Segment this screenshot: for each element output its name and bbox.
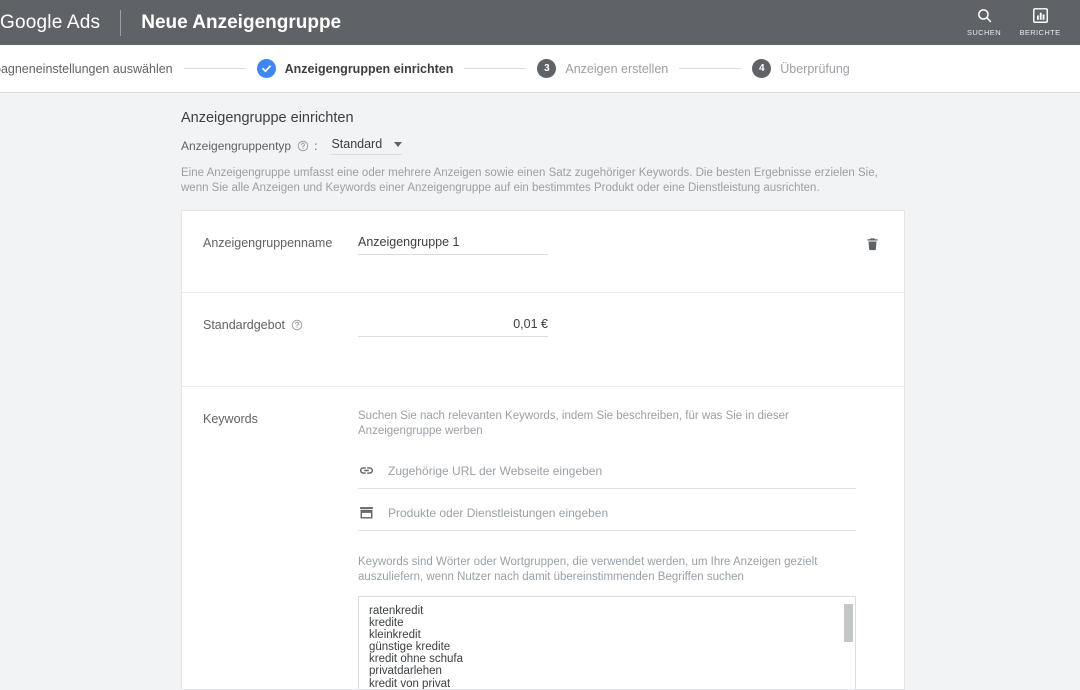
ad-group-name-body	[358, 233, 865, 255]
reports-button-label: BERICHTE	[1019, 28, 1060, 37]
keywords-description: Keywords sind Wörter oder Wortgruppen, d…	[358, 555, 848, 585]
search-button-label: SUCHEN	[967, 28, 1001, 37]
section-description: Eine Anzeigengruppe umfasst eine oder me…	[181, 166, 891, 196]
google-ads-logo[interactable]: Google Ads	[0, 12, 100, 34]
help-circle-icon[interactable]	[290, 318, 303, 331]
step-3-badge: 3	[537, 59, 556, 78]
step-4-number: 4	[759, 64, 765, 74]
step-2-ad-groups[interactable]: Anzeigengruppen einrichten	[257, 59, 454, 78]
wizard-stepper: pagneneinstellungen auswählen Anzeigengr…	[0, 45, 1080, 93]
step-connector-1	[184, 68, 246, 69]
ad-group-type-select[interactable]: Standard	[331, 136, 402, 155]
keywords-body: Suchen Sie nach relevanten Keywords, ind…	[358, 409, 880, 690]
ad-group-type-row: Anzeigengruppentyp : Standard	[181, 136, 402, 155]
page-title: Neue Anzeigengruppe	[141, 12, 341, 34]
step-4-review[interactable]: 4 Überprüfung	[752, 59, 850, 78]
keyword-item: kredite	[369, 617, 855, 629]
ad-group-name-input[interactable]	[358, 235, 548, 255]
keywords-hint: Suchen Sie nach relevanten Keywords, ind…	[358, 409, 843, 439]
reports-button[interactable]: BERICHTE	[1012, 0, 1068, 37]
step-4-label: Überprüfung	[780, 62, 850, 76]
keyword-item: ratenkredit	[369, 605, 855, 617]
ad-group-type-label: Anzeigengruppentyp	[181, 139, 291, 153]
keywords-label: Keywords	[203, 409, 358, 426]
products-services-field[interactable]	[358, 496, 856, 531]
step-1-campaign-settings[interactable]: pagneneinstellungen auswählen	[0, 62, 173, 76]
delete-ad-group-button[interactable]	[865, 233, 880, 258]
keyword-item: kredit von privat	[369, 678, 855, 690]
ad-group-name-label: Anzeigengruppenname	[203, 233, 358, 250]
related-url-input[interactable]	[388, 464, 856, 478]
keywords-scrollbar[interactable]	[844, 598, 853, 690]
top-app-bar: Google Ads Neue Anzeigengruppe SUCHEN	[0, 0, 1080, 45]
default-bid-row: Standardgebot	[182, 292, 904, 386]
default-bid-body	[358, 315, 880, 337]
ad-group-type-value: Standard	[331, 137, 382, 151]
default-bid-input[interactable]	[358, 317, 548, 337]
brand-divider	[120, 10, 121, 36]
help-circle-icon[interactable]	[296, 139, 309, 152]
keyword-item: kredit ohne schufa	[369, 653, 855, 665]
step-2-check-icon	[257, 59, 276, 78]
step-3-create-ads[interactable]: 3 Anzeigen erstellen	[537, 59, 668, 78]
related-url-field[interactable]	[358, 454, 856, 489]
default-bid-label: Standardgebot	[203, 315, 358, 332]
step-1-label: pagneneinstellungen auswählen	[0, 62, 173, 76]
trash-icon	[865, 235, 880, 258]
default-bid-label-text: Standardgebot	[203, 318, 285, 332]
ad-group-card: Anzeigengruppenname Standardgebot	[181, 210, 905, 690]
keywords-textarea[interactable]: ratenkredit kredite kleinkredit günstige…	[358, 596, 856, 690]
section-heading: Anzeigengruppe einrichten	[181, 110, 354, 126]
step-4-badge: 4	[752, 59, 771, 78]
reports-bar-chart-icon	[1032, 4, 1049, 26]
store-icon	[358, 504, 388, 521]
search-button[interactable]: SUCHEN	[956, 0, 1012, 37]
link-icon	[358, 462, 388, 479]
main-content: Anzeigengruppe einrichten Anzeigengruppe…	[0, 94, 1080, 675]
keywords-row: Keywords Suchen Sie nach relevanten Keyw…	[182, 386, 904, 690]
ad-group-type-colon: :	[314, 139, 317, 153]
topbar-actions: SUCHEN BERICHTE	[956, 0, 1080, 45]
step-3-label: Anzeigen erstellen	[565, 62, 668, 76]
keyword-item: günstige kredite	[369, 641, 855, 653]
step-3-number: 3	[544, 64, 550, 74]
step-2-label: Anzeigengruppen einrichten	[285, 62, 454, 76]
keyword-item: privatdarlehen	[369, 665, 855, 677]
keywords-scrollbar-thumb[interactable]	[844, 604, 853, 642]
step-connector-2	[464, 68, 526, 69]
keywords-list: ratenkredit kredite kleinkredit günstige…	[359, 597, 855, 690]
step-connector-3	[679, 68, 741, 69]
search-icon	[976, 4, 993, 26]
chevron-down-icon	[394, 142, 402, 147]
ad-group-name-row: Anzeigengruppenname	[182, 211, 904, 292]
keyword-item: kleinkredit	[369, 629, 855, 641]
products-services-input[interactable]	[388, 506, 856, 520]
